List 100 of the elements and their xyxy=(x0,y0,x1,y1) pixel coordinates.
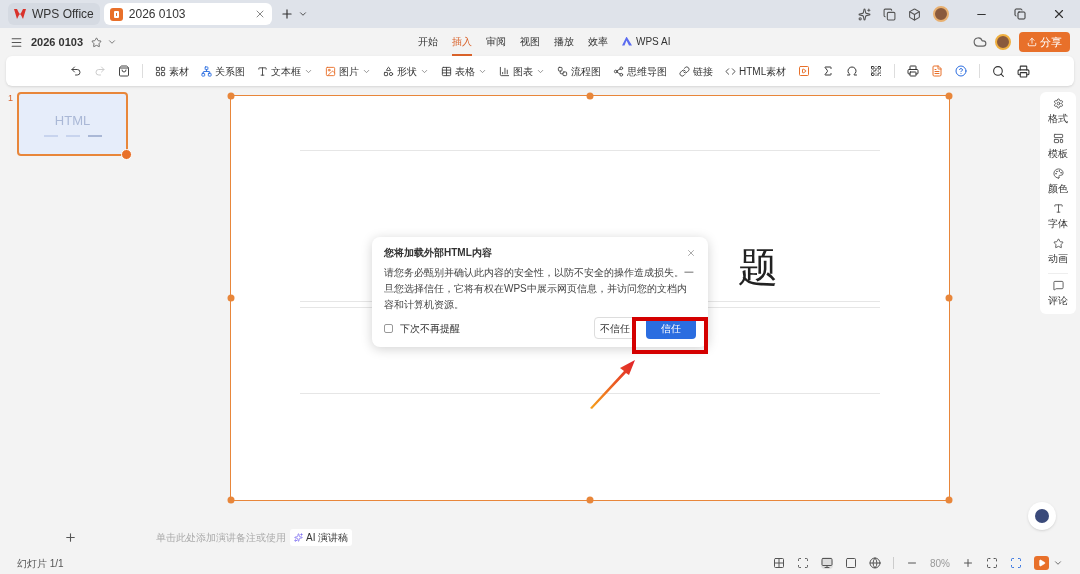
font-icon xyxy=(1052,203,1064,214)
document-tab[interactable]: 2026 0103 xyxy=(103,3,272,25)
chart-icon xyxy=(499,65,510,77)
presenter-view-icon[interactable] xyxy=(821,557,833,569)
menu-tab[interactable]: 播放 xyxy=(554,28,574,56)
palette-icon xyxy=(1052,168,1064,179)
network-icon xyxy=(201,65,212,77)
video-icon[interactable] xyxy=(798,65,811,77)
toolbar-button[interactable]: 图表 xyxy=(499,63,545,79)
toolbar-button[interactable]: 素材 xyxy=(155,63,189,79)
toolbar-button[interactable]: 关系图 xyxy=(201,63,245,79)
grid-view-icon[interactable] xyxy=(773,557,785,569)
presentation-icon xyxy=(109,7,123,21)
comment-icon xyxy=(1052,280,1064,291)
ai-logo-icon xyxy=(622,36,632,46)
windows-icon[interactable] xyxy=(883,7,896,21)
menu-tab[interactable]: WPS AI xyxy=(622,28,671,56)
toolbar-button[interactable]: 思维导图 xyxy=(613,63,667,79)
chevron-icon[interactable] xyxy=(1053,558,1063,568)
toolbar-button[interactable]: 形状 xyxy=(383,63,429,79)
add-icon[interactable] xyxy=(121,149,132,160)
resize-handle[interactable] xyxy=(227,496,235,504)
cloud-icon[interactable] xyxy=(973,35,987,49)
code-icon xyxy=(725,65,736,77)
checkbox-label: 下次不再提醒 xyxy=(400,321,460,336)
close-icon[interactable] xyxy=(1052,7,1066,21)
arrow-icon xyxy=(588,358,637,410)
add-slide-icon[interactable] xyxy=(63,530,77,544)
resize-handle[interactable] xyxy=(227,92,235,100)
fit-icon[interactable] xyxy=(986,557,998,569)
document-tab[interactable]: WPS Office xyxy=(8,3,100,25)
cube-icon[interactable] xyxy=(908,7,921,21)
search-icon[interactable] xyxy=(992,64,1006,78)
wps-logo-icon xyxy=(14,9,26,19)
document-icon[interactable] xyxy=(931,65,944,77)
mind-map-icon xyxy=(613,65,624,77)
sparkle-icon xyxy=(294,532,303,542)
star-icon xyxy=(1052,238,1064,249)
star-icon[interactable] xyxy=(91,36,102,48)
play-button[interactable] xyxy=(1034,556,1049,570)
resize-handle[interactable] xyxy=(945,294,953,302)
side-panel-button[interactable]: 评论 xyxy=(1048,273,1068,308)
symbol-icon[interactable] xyxy=(846,65,859,77)
ai-script-button[interactable]: AI 演讲稿 xyxy=(290,528,353,546)
side-panel-button[interactable]: 格式 xyxy=(1048,98,1068,126)
template-icon xyxy=(1052,133,1064,144)
menu-tab[interactable]: 视图 xyxy=(520,28,540,56)
toolbar-button[interactable]: 流程图 xyxy=(557,63,601,79)
fullscreen-icon[interactable] xyxy=(1010,557,1022,569)
play-icon xyxy=(1037,559,1046,567)
formula-icon[interactable] xyxy=(822,65,835,77)
side-panel-button[interactable]: 动画 xyxy=(1048,238,1068,266)
image-icon xyxy=(325,65,336,77)
side-panel-button[interactable]: 模板 xyxy=(1048,133,1068,161)
toolbar-button[interactable]: 图片 xyxy=(325,63,371,79)
notes-view-icon[interactable] xyxy=(845,557,857,569)
slide-count: 幻灯片 1/1 xyxy=(17,556,64,571)
toolbar-button[interactable]: 文本框 xyxy=(257,63,313,79)
upload-icon xyxy=(1027,37,1037,47)
title-text: 题 xyxy=(738,247,778,287)
slide-number: 1 xyxy=(8,92,13,105)
side-panel-button[interactable]: 字体 xyxy=(1048,203,1068,231)
toolbar-button[interactable]: 表格 xyxy=(441,63,487,79)
resize-handle[interactable] xyxy=(945,92,953,100)
assistant-icon[interactable] xyxy=(1028,502,1056,530)
resize-handle[interactable] xyxy=(945,496,953,504)
resize-handle[interactable] xyxy=(227,294,235,302)
menu-tab[interactable]: 效率 xyxy=(588,28,608,56)
chevron-icon[interactable] xyxy=(107,37,117,47)
menu-tab[interactable]: 开始 xyxy=(418,28,438,56)
tab-label: WPS Office xyxy=(32,6,94,23)
zoom-in-icon[interactable] xyxy=(962,557,974,569)
toolbar-button[interactable]: 链接 xyxy=(679,63,713,79)
chevron-icon[interactable] xyxy=(297,9,308,19)
dialog-title: 您将加载外部HTML内容 xyxy=(384,246,492,260)
menu-tab[interactable]: 审阅 xyxy=(486,28,506,56)
help-icon[interactable] xyxy=(955,65,968,77)
slide-view-icon[interactable] xyxy=(797,557,809,569)
tab-label: 2026 0103 xyxy=(128,6,186,23)
grid-icon xyxy=(155,65,166,77)
resize-handle[interactable] xyxy=(586,496,594,504)
restore-icon[interactable] xyxy=(1014,8,1026,20)
printer-icon[interactable] xyxy=(1017,64,1031,78)
undo-icon[interactable] xyxy=(70,65,82,77)
text-box-icon xyxy=(257,65,268,77)
globe-icon[interactable] xyxy=(869,557,881,569)
checkbox[interactable] xyxy=(384,323,393,333)
resize-handle[interactable] xyxy=(586,92,594,100)
document-title: 2026 0103 xyxy=(31,34,83,50)
bag-icon[interactable] xyxy=(118,65,130,77)
shapes-icon xyxy=(383,65,394,77)
link-icon xyxy=(679,65,690,77)
sparkle-icon[interactable] xyxy=(858,7,871,21)
side-panel-button[interactable]: 颜色 xyxy=(1048,168,1068,196)
avatar-icon[interactable] xyxy=(933,6,949,22)
toolbar-button[interactable]: HTML素材 xyxy=(725,63,787,79)
menu-icon[interactable] xyxy=(10,35,23,49)
avatar-icon[interactable] xyxy=(995,34,1011,50)
new-tab-icon[interactable] xyxy=(279,7,294,21)
qr-code-icon[interactable] xyxy=(870,65,883,77)
